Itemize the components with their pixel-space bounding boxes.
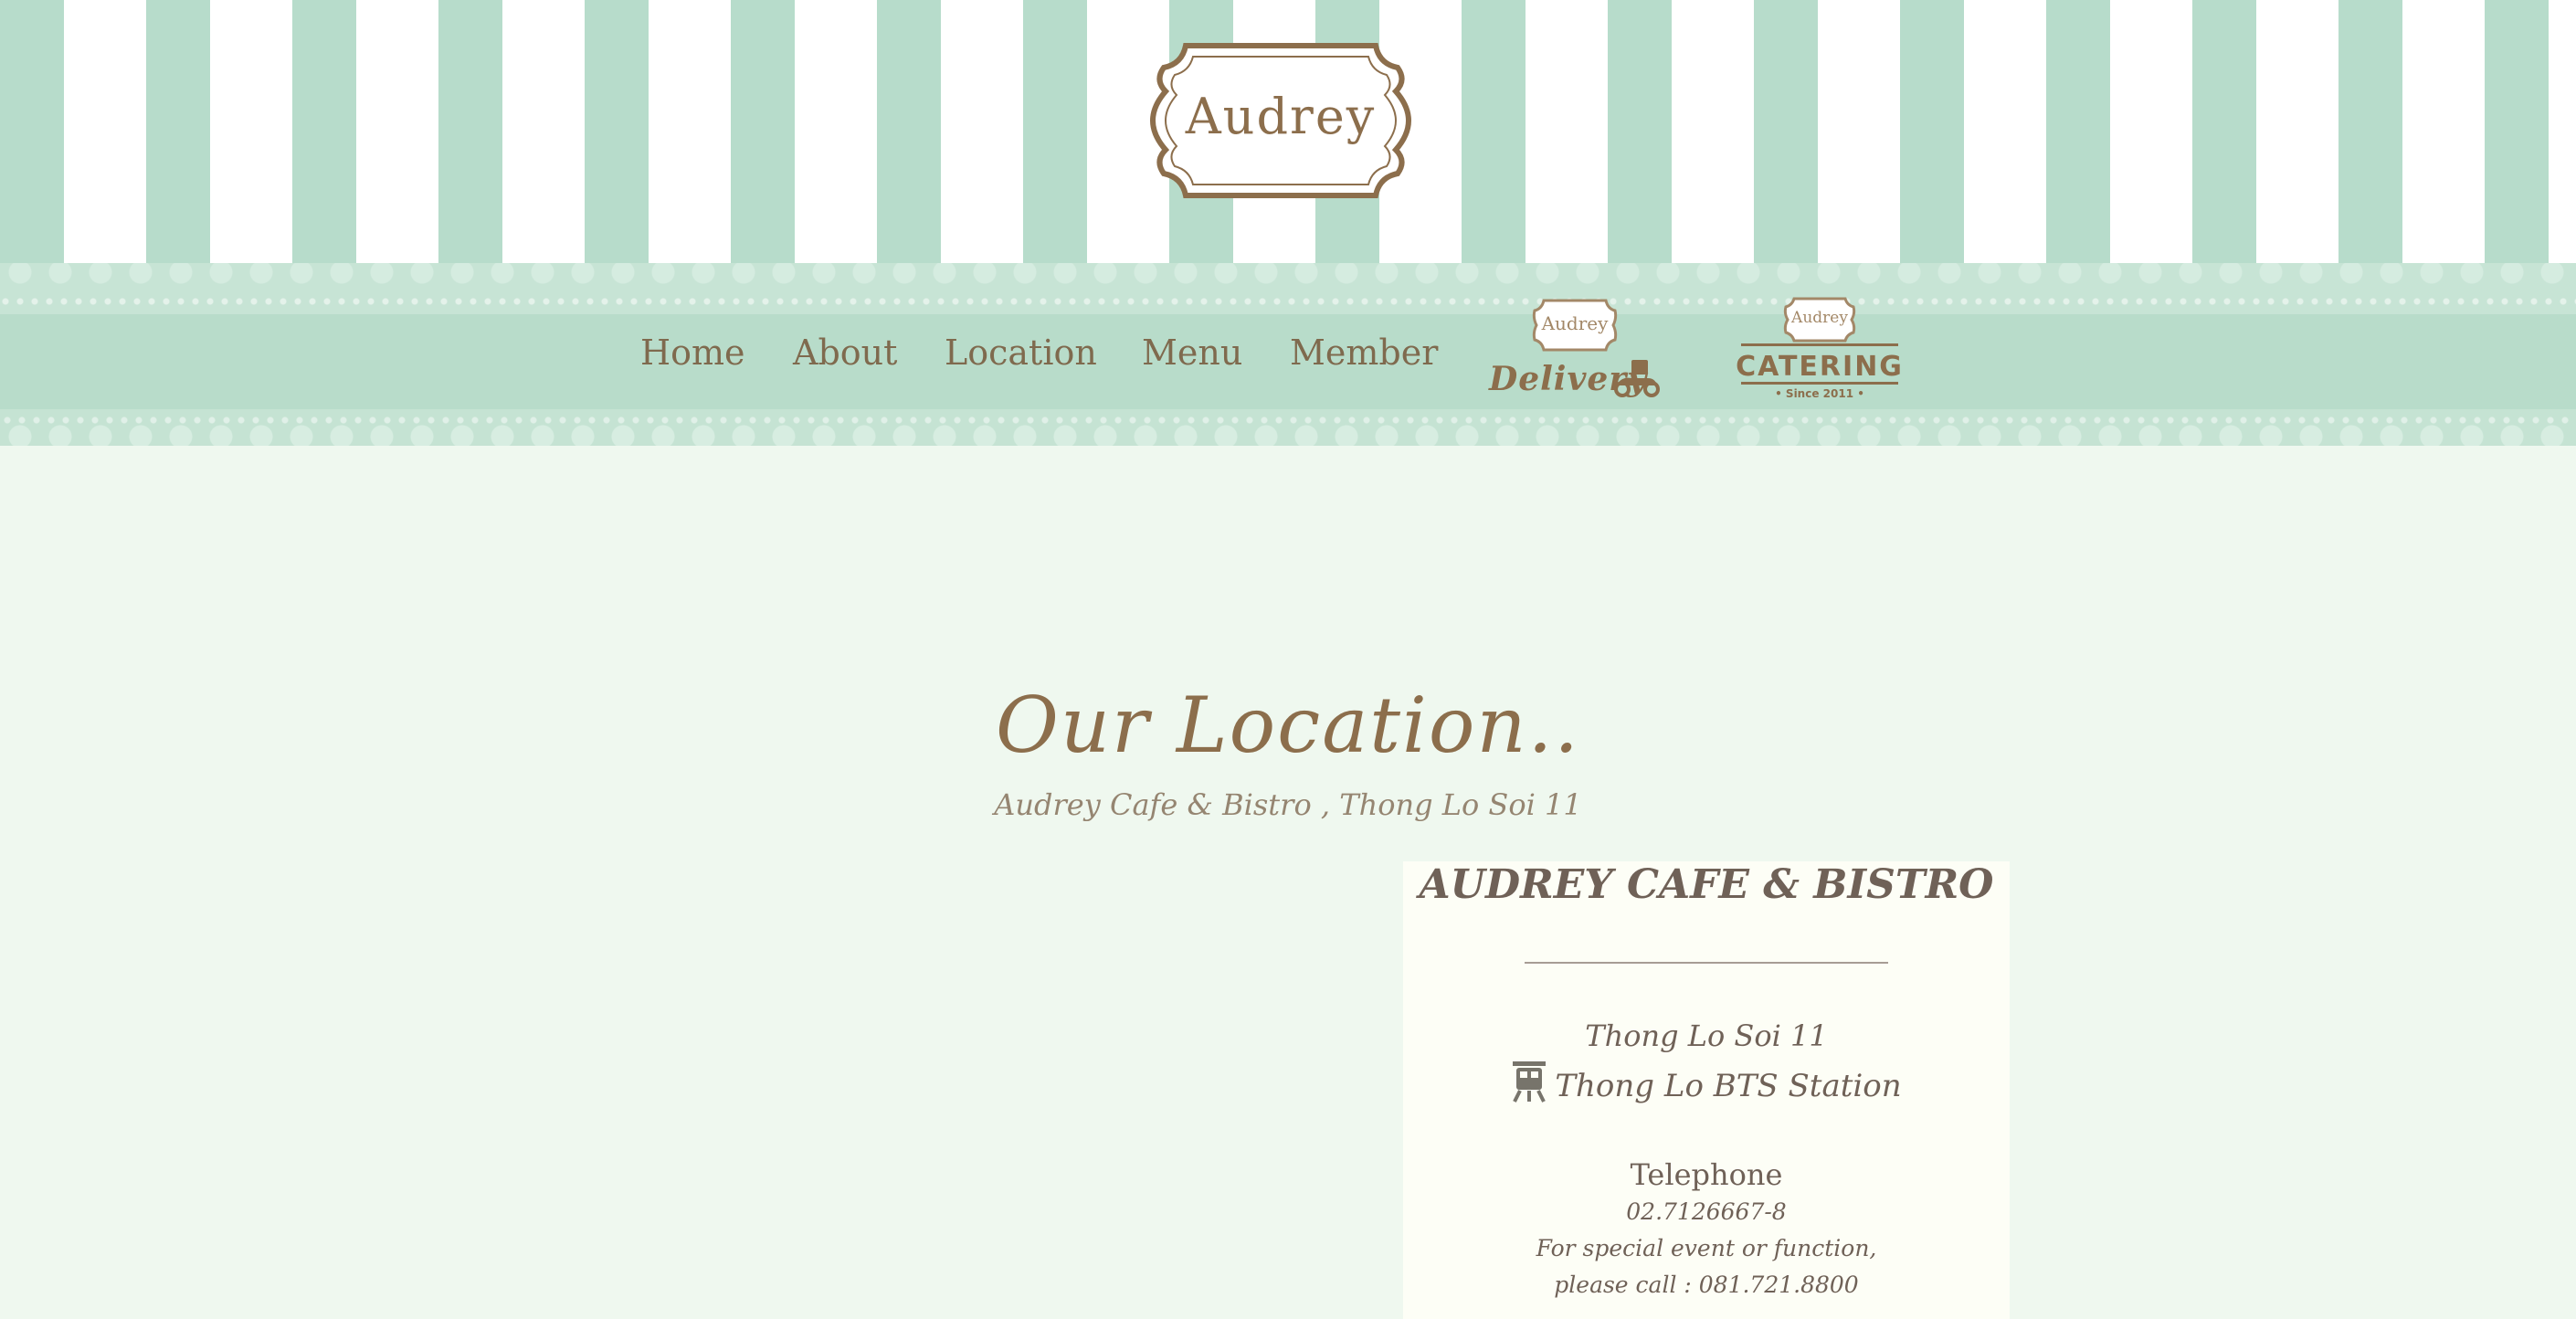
- card-divider: [1525, 962, 1888, 964]
- train-icon: [1513, 1061, 1547, 1103]
- main-nav: Home About Location Menu Member: [0, 332, 2576, 387]
- card-special-event-line2: please call : 081.721.8800: [1554, 1272, 1859, 1298]
- page-title: Our Location..: [996, 681, 1580, 770]
- scooter-icon: [1614, 360, 1660, 397]
- nav-member[interactable]: Member: [1290, 332, 1438, 373]
- catering-rule-bottom: [1741, 382, 1898, 385]
- nav-menu[interactable]: Menu: [1142, 332, 1242, 373]
- card-bts-line: Thong Lo BTS Station: [1403, 1061, 2010, 1104]
- card-street: Thong Lo Soi 11: [1585, 1018, 1828, 1053]
- catering-mini-logo-text: Audrey: [1791, 309, 1848, 327]
- lace-border-bottom: [0, 409, 2576, 446]
- card-title: AUDREY CAFE & BISTRO: [1419, 861, 1994, 908]
- card-bts-text: Thong Lo BTS Station: [1555, 1068, 1902, 1104]
- site-header: Audrey: [0, 0, 2576, 263]
- catering-rule-top: [1741, 343, 1898, 346]
- delivery-mini-logo-text: Audrey: [1541, 312, 1609, 334]
- nav-home[interactable]: Home: [640, 332, 745, 373]
- delivery-badge[interactable]: Audrey Delivery: [1489, 298, 1663, 407]
- logo-wordmark: Audrey: [1185, 88, 1377, 145]
- card-telephone-label: Telephone: [1630, 1157, 1783, 1192]
- nav-about[interactable]: About: [793, 332, 897, 373]
- nav-band: Home About Location Menu Member Audrey D…: [0, 263, 2576, 446]
- card-telephone-number: 02.7126667-8: [1626, 1198, 1787, 1225]
- nav-location[interactable]: Location: [945, 332, 1097, 373]
- audrey-logo[interactable]: Audrey: [1149, 40, 1412, 201]
- catering-badge[interactable]: Audrey CATERING • Since 2011 •: [1736, 296, 1904, 409]
- catering-since: • Since 2011 •: [1775, 387, 1864, 400]
- location-info-card: AUDREY CAFE & BISTRO Thong Lo Soi 11 Tho…: [1403, 861, 2010, 1319]
- lace-border-top: [0, 263, 2576, 314]
- card-special-event-line1: For special event or function,: [1536, 1235, 1877, 1261]
- catering-label: CATERING: [1736, 351, 1904, 383]
- page-subtitle: Audrey Cafe & Bistro , Thong Lo Soi 11: [994, 787, 1582, 822]
